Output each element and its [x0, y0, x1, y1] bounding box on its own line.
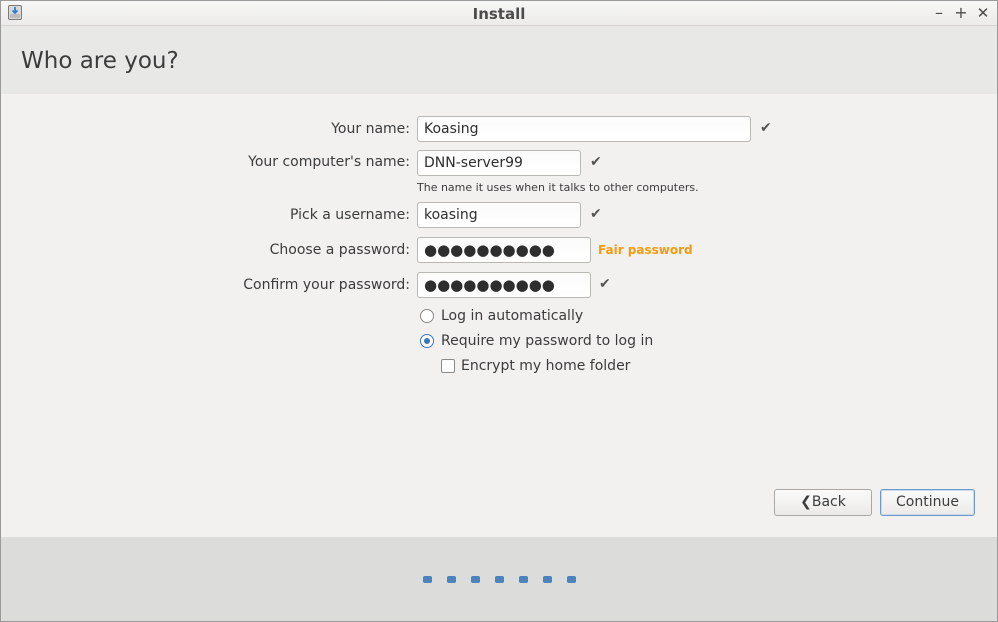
username-valid-check-icon: ✔ [590, 206, 602, 222]
progress-footer [1, 537, 997, 621]
confirm-password-label: Confirm your password: [243, 277, 410, 293]
step-indicator [567, 576, 576, 583]
page-header: Who are you? [1, 26, 997, 94]
password-strength: Fair password [598, 243, 693, 257]
step-indicator [495, 576, 504, 583]
auto-login-label[interactable]: Log in automatically [441, 308, 583, 324]
encrypt-home-checkbox[interactable] [441, 359, 455, 373]
page-title: Who are you? [21, 48, 179, 74]
computer-name-valid-check-icon: ✔ [590, 154, 602, 170]
computer-name-field[interactable]: DNN-server99 [417, 150, 581, 176]
confirm-password-field[interactable]: ●●●●●●●●●● [417, 272, 591, 298]
name-field[interactable]: Koasing [417, 116, 751, 142]
step-indicator [519, 576, 528, 583]
computer-name-label: Your computer's name: [248, 154, 410, 170]
back-button-label: Back [811, 494, 846, 510]
password-field[interactable]: ●●●●●●●●●● [417, 237, 591, 263]
confirm-password-valid-check-icon: ✔ [599, 276, 611, 292]
window-title: Install [472, 5, 526, 23]
name-label: Your name: [331, 121, 410, 137]
title-bar: Install – + ✕ [1, 1, 997, 26]
auto-login-radio[interactable] [420, 309, 434, 323]
step-indicator [471, 576, 480, 583]
name-valid-check-icon: ✔ [760, 120, 772, 136]
step-indicator [447, 576, 456, 583]
continue-button[interactable]: Continue [880, 489, 975, 516]
username-label: Pick a username: [289, 207, 410, 223]
step-indicator [423, 576, 432, 583]
password-label: Choose a password: [269, 242, 410, 258]
back-button[interactable]: ❮Back [774, 489, 872, 516]
require-password-radio[interactable] [420, 334, 434, 348]
require-password-label[interactable]: Require my password to log in [441, 333, 653, 349]
chevron-left-icon: ❮ [800, 494, 812, 510]
computer-name-hint: The name it uses when it talks to other … [417, 181, 699, 194]
minimize-icon[interactable]: – [930, 3, 948, 23]
encrypt-home-label[interactable]: Encrypt my home folder [461, 358, 630, 374]
username-field[interactable]: koasing [417, 202, 581, 228]
maximize-icon[interactable]: + [952, 3, 970, 23]
installer-window: Install – + ✕ Who are you? Your name: Ko… [0, 0, 998, 622]
close-icon[interactable]: ✕ [974, 3, 992, 23]
step-indicator [543, 576, 552, 583]
